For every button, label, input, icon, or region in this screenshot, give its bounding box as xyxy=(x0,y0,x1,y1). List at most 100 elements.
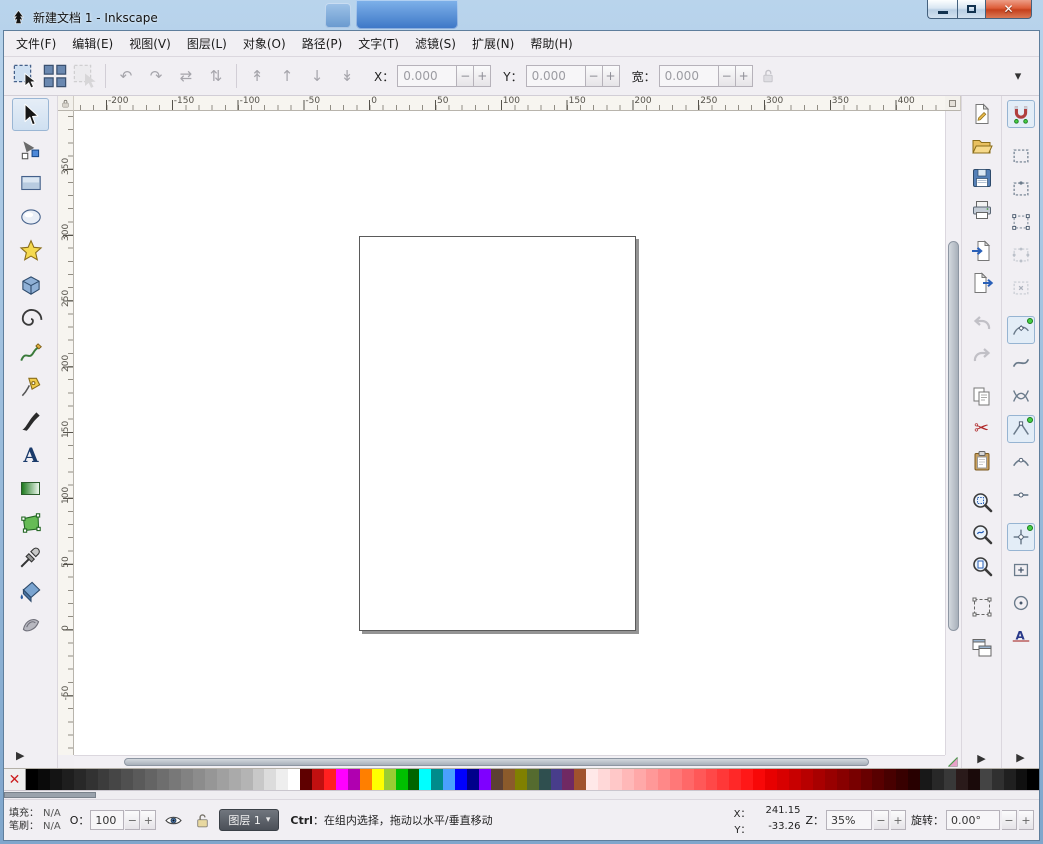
horizontal-scrollbar-thumb[interactable] xyxy=(124,758,869,766)
horizontal-scrollbar[interactable] xyxy=(74,755,945,768)
snap-bbox-centers-toggle[interactable] xyxy=(1007,274,1035,302)
menu-path[interactable]: 路径(P) xyxy=(294,31,351,56)
menu-file[interactable]: 文件(F) xyxy=(8,31,64,56)
palette-swatch[interactable] xyxy=(872,769,884,790)
palette-swatch[interactable] xyxy=(193,769,205,790)
palette-swatch[interactable] xyxy=(682,769,694,790)
palette-swatch[interactable] xyxy=(956,769,968,790)
vertical-scrollbar-thumb[interactable] xyxy=(948,241,959,631)
palette-swatch[interactable] xyxy=(133,769,145,790)
layer-selector[interactable]: 图层 1 ▾ xyxy=(219,809,279,831)
opacity-increase-button[interactable]: + xyxy=(141,810,156,830)
palette-swatch[interactable] xyxy=(408,769,420,790)
titlebar[interactable]: 新建文档 1 - Inkscape ✕ xyxy=(3,0,1040,30)
minimize-button[interactable] xyxy=(927,0,957,19)
copy-button[interactable] xyxy=(967,382,997,412)
palette-swatch[interactable] xyxy=(968,769,980,790)
x-input[interactable]: 0.000 xyxy=(397,65,457,87)
palette-swatch[interactable] xyxy=(455,769,467,790)
palette-swatch[interactable] xyxy=(50,769,62,790)
palette-swatch[interactable] xyxy=(336,769,348,790)
pencil-tool[interactable] xyxy=(12,336,49,369)
raise-button[interactable]: ↑ xyxy=(272,61,302,91)
palette-swatch[interactable] xyxy=(312,769,324,790)
import-button[interactable] xyxy=(967,236,997,266)
palette-swatch[interactable] xyxy=(920,769,932,790)
new-document-button[interactable] xyxy=(967,99,997,129)
palette-swatch[interactable] xyxy=(944,769,956,790)
snap-bbox-corners-toggle[interactable] xyxy=(1007,208,1035,236)
palette-swatch[interactable] xyxy=(169,769,181,790)
palette-swatch[interactable] xyxy=(157,769,169,790)
snap-text-baseline-toggle[interactable]: A xyxy=(1007,622,1035,650)
y-decrease-button[interactable]: − xyxy=(586,65,603,87)
bezier-pen-tool[interactable] xyxy=(12,370,49,403)
palette-swatch[interactable] xyxy=(574,769,586,790)
snap-path-intersections-toggle[interactable] xyxy=(1007,382,1035,410)
x-increase-button[interactable]: + xyxy=(474,65,491,87)
flip-horizontal-button[interactable]: ⇄ xyxy=(171,61,201,91)
palette-swatch[interactable] xyxy=(729,769,741,790)
lower-to-bottom-button[interactable]: ↡ xyxy=(332,61,362,91)
palette-swatch[interactable] xyxy=(38,769,50,790)
palette-swatch[interactable] xyxy=(753,769,765,790)
palette-swatch[interactable] xyxy=(849,769,861,790)
opacity-input[interactable]: 100 xyxy=(90,810,124,830)
rotate-cw-button[interactable]: ↷ xyxy=(141,61,171,91)
palette-swatch[interactable] xyxy=(229,769,241,790)
palette-swatch[interactable] xyxy=(264,769,276,790)
snap-nodes-toggle[interactable] xyxy=(1007,316,1035,344)
paste-button[interactable] xyxy=(967,446,997,476)
palette-swatch[interactable] xyxy=(503,769,515,790)
layer-visibility-toggle[interactable] xyxy=(161,808,185,832)
palette-swatch[interactable] xyxy=(288,769,300,790)
palette-swatch[interactable] xyxy=(419,769,431,790)
menu-view[interactable]: 视图(V) xyxy=(121,31,179,56)
palette-swatch[interactable] xyxy=(980,769,992,790)
palette-swatch[interactable] xyxy=(1027,769,1039,790)
star-tool[interactable] xyxy=(12,234,49,267)
layer-lock-toggle[interactable] xyxy=(190,808,214,832)
palette-swatch[interactable] xyxy=(992,769,1004,790)
palette-swatch[interactable] xyxy=(825,769,837,790)
export-button[interactable] xyxy=(967,268,997,298)
palette-swatch[interactable] xyxy=(610,769,622,790)
palette-swatch[interactable] xyxy=(26,769,38,790)
palette-swatch[interactable] xyxy=(372,769,384,790)
y-increase-button[interactable]: + xyxy=(603,65,620,87)
snap-smooth-nodes-toggle[interactable] xyxy=(1007,448,1035,476)
menu-edit[interactable]: 编辑(E) xyxy=(64,31,121,56)
palette-swatch[interactable] xyxy=(896,769,908,790)
zoom-page-button[interactable] xyxy=(967,551,997,581)
paint-bucket-tool[interactable] xyxy=(12,574,49,607)
calligraphy-tool[interactable] xyxy=(12,404,49,437)
width-decrease-button[interactable]: − xyxy=(719,65,736,87)
palette-swatch[interactable] xyxy=(694,769,706,790)
palette-swatch[interactable] xyxy=(324,769,336,790)
zoom-input[interactable]: 35% xyxy=(826,810,872,830)
palette-swatch[interactable] xyxy=(205,769,217,790)
palette-swatch[interactable] xyxy=(253,769,265,790)
snap-rotation-centers-toggle[interactable] xyxy=(1007,589,1035,617)
toolbox-overflow-button[interactable]: ▶ xyxy=(4,749,24,762)
rotation-increase-button[interactable]: + xyxy=(1019,810,1034,830)
palette-swatch[interactable] xyxy=(562,769,574,790)
palette-swatch[interactable] xyxy=(658,769,670,790)
canvas[interactable] xyxy=(74,111,945,755)
palette-swatch[interactable] xyxy=(1004,769,1016,790)
toolbar-overflow-button[interactable]: ▾ xyxy=(1003,61,1033,91)
select-all-button[interactable] xyxy=(10,61,40,91)
spiral-tool[interactable] xyxy=(12,302,49,335)
commands-overflow-button[interactable]: ▶ xyxy=(977,752,985,765)
palette-swatch[interactable] xyxy=(348,769,360,790)
snap-bbox-edges-toggle[interactable] xyxy=(1007,175,1035,203)
cut-button[interactable]: ✂ xyxy=(967,414,997,444)
palette-swatch[interactable] xyxy=(837,769,849,790)
palette-swatch[interactable] xyxy=(431,769,443,790)
zoom-in-button[interactable]: + xyxy=(891,810,906,830)
palette-swatch[interactable] xyxy=(908,769,920,790)
color-managed-display-toggle[interactable] xyxy=(945,755,961,768)
view-box-button[interactable] xyxy=(967,592,997,622)
snap-others-toggle[interactable] xyxy=(1007,523,1035,551)
palette-swatch[interactable] xyxy=(646,769,658,790)
